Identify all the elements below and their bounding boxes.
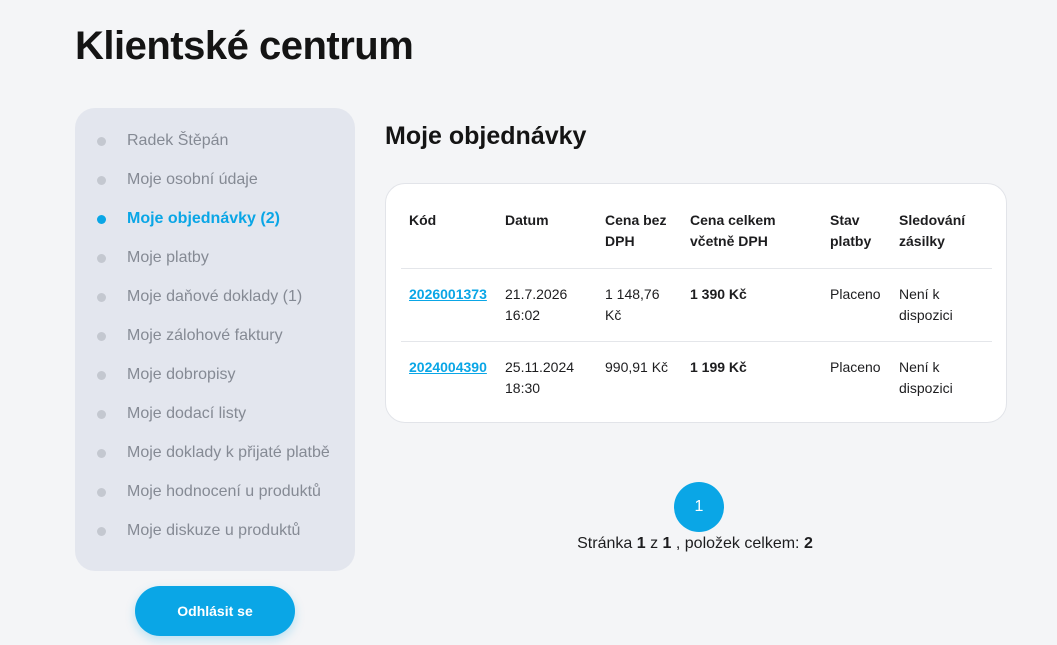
order-code-link[interactable]: 2024004390	[409, 359, 487, 375]
sidebar-item-label: Moje doklady k přijaté platbě	[127, 444, 330, 461]
bullet-icon	[97, 332, 106, 341]
logout-button[interactable]: Odhlásit se	[135, 586, 295, 636]
order-price-no-vat-cell: 990,91 Kč	[597, 341, 682, 414]
section-title: Moje objednávky	[385, 122, 587, 150]
bullet-icon	[97, 215, 106, 224]
order-tracking-cell: Není k dispozici	[891, 341, 992, 414]
bullet-icon	[97, 137, 106, 146]
pagination-current-page: 1	[636, 535, 646, 552]
sidebar-item-label: Moje dodací listy	[127, 405, 247, 422]
sidebar-item-payment-receipts[interactable]: Moje doklady k přijaté platbě	[75, 438, 355, 477]
order-code-link[interactable]: 2026001373	[409, 286, 487, 302]
sidebar-item-payments[interactable]: Moje platby	[75, 243, 355, 282]
order-price-total-cell: 1 390 Kč	[690, 286, 747, 302]
sidebar-item-label: Moje osobní údaje	[127, 171, 258, 188]
order-tracking-cell: Není k dispozici	[899, 286, 953, 323]
sidebar-item-label: Moje daňové doklady (1)	[127, 288, 303, 305]
pagination-page-button[interactable]: 1	[674, 482, 724, 532]
bullet-icon	[97, 449, 106, 458]
order-date-cell: 25.11.2024 18:30	[497, 341, 597, 414]
pagination-info: Stránka 1 z 1 , položek celkem: 2	[385, 533, 1005, 555]
column-header-code: Kód	[401, 199, 497, 269]
pagination-items-total: 2	[803, 535, 813, 552]
table-row: 2026001373 21.7.2026 16:02 1 148,76 Kč 1 3…	[401, 269, 992, 342]
column-header-payment-status: Stav platby	[822, 199, 891, 269]
bullet-icon	[97, 176, 106, 185]
bullet-icon	[97, 293, 106, 302]
sidebar-item-label: Moje zálohové faktury	[127, 327, 283, 344]
sidebar-item-label: Moje objednávky (2)	[127, 210, 280, 227]
bullet-icon	[97, 371, 106, 380]
orders-card: Kód Datum Cena bez DPH Cena celkem včetně …	[385, 183, 1007, 423]
column-header-date: Datum	[497, 199, 597, 269]
page-title: Klientské centrum	[75, 24, 414, 68]
sidebar-item-profile[interactable]: Radek Štěpán	[75, 126, 355, 165]
bullet-icon	[97, 488, 106, 497]
order-date-cell: 21.7.2026 16:02	[505, 286, 568, 323]
table-header-row: Kód Datum Cena bez DPH Cena celkem včetně …	[401, 199, 992, 269]
sidebar-item-product-reviews[interactable]: Moje hodnocení u produktů	[75, 477, 355, 516]
column-header-tracking: Sledování zásilky	[891, 199, 992, 269]
sidebar-item-delivery-notes[interactable]: Moje dodací listy	[75, 399, 355, 438]
pagination-page-word: Stránka	[577, 535, 633, 552]
sidebar-item-product-discussions[interactable]: Moje diskuze u produktů	[75, 516, 355, 555]
sidebar-item-orders[interactable]: Moje objednávky (2)	[75, 204, 355, 243]
sidebar-list: Radek Štěpán Moje osobní údaje Moje obje…	[75, 126, 355, 555]
order-code-cell: 2026001373	[401, 269, 497, 342]
sidebar-item-proforma-invoices[interactable]: Moje zálohové faktury	[75, 321, 355, 360]
column-header-price-total: Cena celkem včetně DPH	[682, 199, 822, 269]
sidebar-item-personal-info[interactable]: Moje osobní údaje	[75, 165, 355, 204]
sidebar-item-tax-documents[interactable]: Moje daňové doklady (1)	[75, 282, 355, 321]
order-payment-status-cell: Placeno	[822, 341, 891, 414]
order-price-total-cell: 1 199 Kč	[682, 341, 822, 414]
sidebar-item-label: Moje dobropisy	[127, 366, 236, 383]
sidebar-item-label: Moje diskuze u produktů	[127, 522, 301, 539]
sidebar-item-label: Radek Štěpán	[127, 132, 229, 149]
bullet-icon	[97, 254, 106, 263]
bullet-icon	[97, 410, 106, 419]
order-code-cell: 2024004390	[401, 341, 497, 414]
sidebar-nav: Radek Štěpán Moje osobní údaje Moje obje…	[75, 108, 355, 571]
pagination-total-pages: 1	[662, 535, 672, 552]
order-payment-status-cell: Placeno	[830, 286, 881, 302]
table-row: 2024004390 25.11.2024 18:30 990,91 Kč 1 1…	[401, 341, 992, 414]
column-header-price-no-vat: Cena bez DPH	[597, 199, 682, 269]
sidebar-item-label: Moje platby	[127, 249, 209, 266]
sidebar-item-label: Moje hodnocení u produktů	[127, 483, 321, 500]
orders-table: Kód Datum Cena bez DPH Cena celkem včetně …	[401, 199, 992, 414]
pagination-items-text: , položek celkem:	[675, 535, 800, 552]
sidebar-item-credit-notes[interactable]: Moje dobropisy	[75, 360, 355, 399]
bullet-icon	[97, 527, 106, 536]
order-price-no-vat-cell: 1 148,76 Kč	[605, 286, 660, 323]
pagination-of-word: z	[650, 535, 659, 552]
